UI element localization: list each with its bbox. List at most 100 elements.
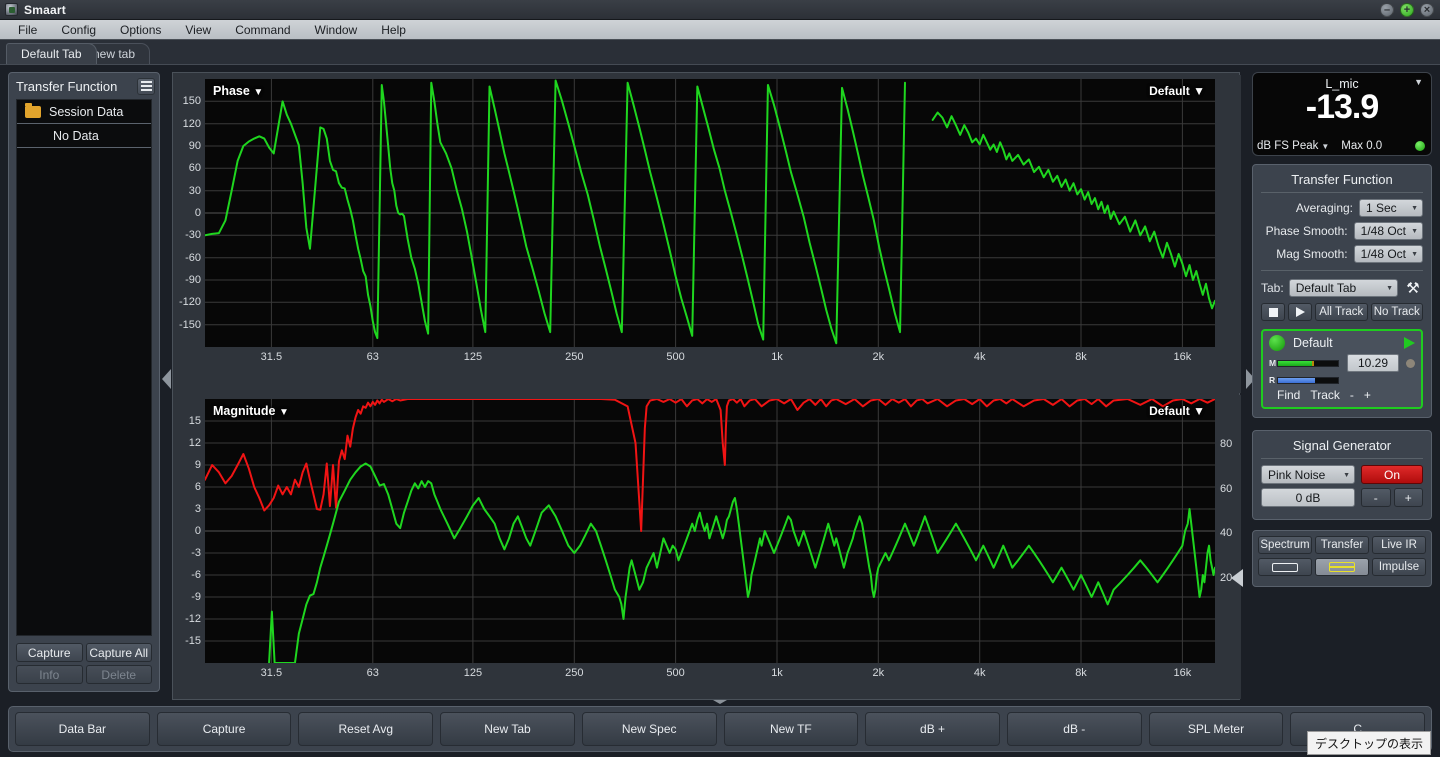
track-delay-value[interactable]: 10.29 <box>1346 354 1399 372</box>
averaging-select[interactable]: 1 Sec <box>1359 199 1423 218</box>
cursor-triangle-icon[interactable] <box>1231 569 1243 587</box>
title-bar: Smaart – + × <box>0 0 1440 20</box>
phase-plot-svg <box>205 79 1215 347</box>
capture-button[interactable]: Capture <box>156 712 292 746</box>
magnitude-plot-title[interactable]: Magnitude ▼ <box>213 404 289 418</box>
y-tick-label: -6 <box>191 569 201 581</box>
show-desktop-tooltip: デスクトップの表示 <box>1306 731 1431 755</box>
y-tick-label: -15 <box>185 635 201 647</box>
capture-all-button[interactable]: Capture All <box>85 643 152 662</box>
generator-level-input[interactable]: 0 dB <box>1261 488 1355 507</box>
new-tab-button[interactable]: New Tab <box>440 712 575 746</box>
chevron-left-icon <box>161 369 171 389</box>
mode-spectrum-button[interactable]: Spectrum <box>1258 536 1312 554</box>
magnitude-plot-area[interactable]: Magnitude ▼ Default ▼ <box>205 399 1215 663</box>
x-tick-label: 500 <box>666 351 685 363</box>
all-track-button[interactable]: All Track <box>1315 303 1368 321</box>
chevron-down-icon: ▼ <box>253 87 264 98</box>
x-tick-label: 4k <box>973 667 986 679</box>
y-tick-label: 90 <box>188 140 201 152</box>
magnitude-preset-selector[interactable]: Default ▼ <box>1149 404 1205 418</box>
hamburger-icon[interactable] <box>137 77 155 95</box>
track-row[interactable]: Default M 10.29 R Find Track - + <box>1261 329 1423 409</box>
noise-type-select[interactable]: Pink Noise <box>1261 465 1355 485</box>
level-increment-button[interactable]: + <box>1393 488 1423 507</box>
db-decrease-button[interactable]: dB - <box>1006 712 1142 746</box>
close-button[interactable]: × <box>1420 3 1434 17</box>
x-tick-label: 16k <box>1173 667 1192 679</box>
list-item-label: Session Data <box>49 104 124 119</box>
stop-icon[interactable] <box>1261 303 1285 321</box>
find-button[interactable]: Find <box>1277 388 1300 402</box>
menu-item-window[interactable]: Window <box>303 20 370 40</box>
x-tick-label: 1k <box>771 667 783 679</box>
play-icon[interactable] <box>1288 303 1312 321</box>
collapse-left-panel-handle[interactable] <box>160 358 172 400</box>
decrement-button[interactable]: - <box>1350 388 1354 402</box>
list-item-label: No Data <box>53 128 99 143</box>
y2-tick-label: 40 <box>1220 527 1233 540</box>
phase-x-axis: 31.5 63 125 250 500 1k 2k 4k 8k 16k <box>205 347 1215 373</box>
session-data-list[interactable]: Session Data No Data <box>16 99 152 636</box>
new-tf-button[interactable]: New TF <box>723 712 859 746</box>
minimize-button[interactable]: – <box>1380 3 1394 17</box>
track-button[interactable]: Track <box>1310 388 1340 402</box>
y-tick-label: 150 <box>182 95 201 108</box>
menu-item-config[interactable]: Config <box>49 20 108 40</box>
no-track-button[interactable]: No Track <box>1370 303 1423 321</box>
list-item-no-data[interactable]: No Data <box>17 124 151 148</box>
menu-item-options[interactable]: Options <box>108 20 173 40</box>
meter-unit-selector[interactable]: dB FS Peak <box>1257 140 1318 152</box>
mode-live-ir-button[interactable]: Live IR <box>1372 536 1426 554</box>
tab-default-tab[interactable]: Default Tab <box>6 43 97 64</box>
tab-select[interactable]: Default Tab <box>1288 279 1398 298</box>
x-tick-label: 4k <box>973 351 986 363</box>
menu-item-view[interactable]: View <box>173 20 223 40</box>
dual-pane-icon[interactable] <box>1315 558 1369 576</box>
maximize-button[interactable]: + <box>1400 3 1414 17</box>
magnitude-plot-svg <box>205 399 1215 663</box>
chevron-down-icon: ▼ <box>1193 84 1205 98</box>
x-tick-label: 63 <box>366 667 379 679</box>
single-pane-icon[interactable] <box>1258 558 1312 576</box>
track-status-icon <box>1406 358 1415 368</box>
new-spec-button[interactable]: New Spec <box>581 712 717 746</box>
phase-graph[interactable]: 150 120 90 60 30 0 -30 -60 -90 -120 -150 Phase ▼ D… <box>173 75 1241 393</box>
magnitude-graph[interactable]: 15 12 9 6 3 0 -3 -6 -9 -12 -15 Magnitude ▼ Default… <box>173 395 1243 699</box>
mode-transfer-button[interactable]: Transfer <box>1315 536 1369 554</box>
menu-item-help[interactable]: Help <box>369 20 418 40</box>
generator-on-button[interactable]: On <box>1361 465 1423 484</box>
bottom-button-bar: Data Bar Capture Reset Avg New Tab New S… <box>8 706 1432 755</box>
track-play-icon[interactable] <box>1404 337 1415 349</box>
phase-preset-selector[interactable]: Default ▼ <box>1149 84 1205 98</box>
app-icon <box>5 3 18 16</box>
increment-button[interactable]: + <box>1364 388 1371 402</box>
list-item-session-data[interactable]: Session Data <box>17 100 151 124</box>
y-tick-label: 3 <box>194 503 201 515</box>
menu-item-command[interactable]: Command <box>223 20 302 40</box>
db-increase-button[interactable]: dB + <box>865 712 1000 746</box>
divider <box>1261 270 1423 271</box>
capture-button[interactable]: Capture <box>16 643 83 662</box>
phase-smooth-select[interactable]: 1/48 Oct <box>1353 222 1423 241</box>
menu-bar: File Config Options View Command Window … <box>0 20 1440 40</box>
panel-title: Signal Generator <box>1261 435 1423 459</box>
reset-avg-button[interactable]: Reset Avg <box>298 712 434 746</box>
transfer-function-panel: Transfer Function Averaging: 1 Sec Phase… <box>1252 164 1432 418</box>
chevron-down-icon[interactable]: ▼ <box>1414 77 1423 87</box>
chevron-down-icon[interactable]: ▼ <box>1321 142 1329 151</box>
x-tick-label: 16k <box>1173 351 1192 363</box>
impulse-button[interactable]: Impulse <box>1372 558 1426 576</box>
phase-plot-area[interactable]: Phase ▼ Default ▼ <box>205 79 1215 347</box>
phase-plot-title[interactable]: Phase ▼ <box>213 84 263 98</box>
data-bar-button[interactable]: Data Bar <box>15 712 150 746</box>
tools-icon[interactable]: ⚒ <box>1403 278 1423 298</box>
level-meter[interactable]: L_mic ▼ -13.9 dB FS Peak ▼ Max 0.0 <box>1252 72 1432 156</box>
x-tick-label: 125 <box>463 667 483 679</box>
mag-smooth-select[interactable]: 1/48 Oct <box>1353 245 1423 264</box>
level-decrement-button[interactable]: - <box>1361 488 1391 507</box>
x-tick-label: 8k <box>1075 667 1087 679</box>
info-button: Info <box>16 665 83 684</box>
menu-item-file[interactable]: File <box>6 20 49 40</box>
spl-meter-button[interactable]: SPL Meter <box>1148 712 1284 746</box>
